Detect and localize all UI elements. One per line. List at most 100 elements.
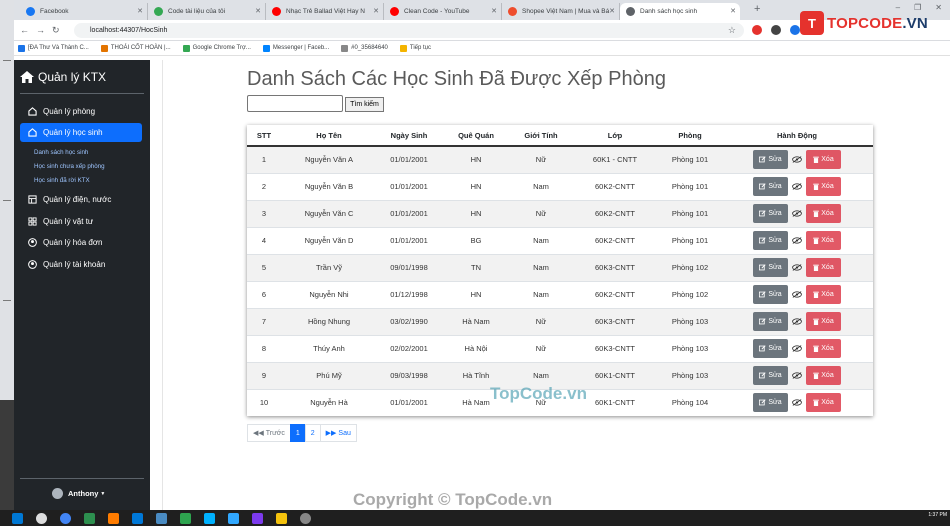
browser-tab-code[interactable]: Code tài liệu của tôi ✕ — [148, 3, 266, 20]
delete-button[interactable]: Xóa — [806, 366, 841, 385]
browser-tab-facebook[interactable]: Facebook ✕ — [20, 3, 148, 20]
sidebar-item-students[interactable]: Quản lý học sinh — [20, 123, 142, 142]
sidebar-item-invoices[interactable]: Quản lý hóa đơn — [20, 233, 142, 252]
sidebar-sub-student-list[interactable]: Danh sách học sinh — [34, 149, 88, 156]
students-table-card: STT Họ Tên Ngày Sinh Quê Quán Giới Tính … — [247, 125, 873, 416]
search-icon[interactable] — [36, 512, 47, 524]
eye-slash-icon[interactable] — [792, 264, 802, 271]
forward-icon[interactable]: → — [36, 25, 45, 35]
eye-slash-icon[interactable] — [792, 318, 802, 325]
bookmark-item[interactable]: Google Chrome Trợ... — [182, 44, 251, 52]
delete-button[interactable]: Xóa — [806, 177, 841, 196]
pagination-page-1[interactable]: 1 — [289, 424, 306, 442]
edit-button[interactable]: Sửa — [753, 393, 788, 413]
vscode-icon[interactable] — [132, 512, 143, 524]
bookmark-item[interactable]: Messenger | Faceb... — [262, 44, 329, 52]
extension-icon[interactable] — [752, 25, 762, 35]
edit-button[interactable]: Sửa — [753, 339, 788, 358]
search-button[interactable]: Tìm kiếm — [345, 97, 384, 112]
edit-button[interactable]: Sửa — [753, 312, 788, 331]
edit-button[interactable]: Sửa — [753, 258, 788, 277]
browser-tab-shopee[interactable]: Shopee Việt Nam | Mua và Bá ✕ — [502, 3, 620, 20]
sidebar-sub-left[interactable]: Học sinh đã rời KTX — [34, 177, 90, 184]
search-input[interactable] — [247, 95, 343, 112]
browser-tab-music[interactable]: Nhạc Trẻ Ballad Việt Hay N ✕ — [266, 3, 384, 20]
close-icon[interactable]: ✕ — [730, 7, 736, 15]
pagination-page-2[interactable]: 2 — [304, 424, 321, 442]
delete-button[interactable]: Xóa — [806, 231, 841, 250]
eye-slash-icon[interactable] — [792, 372, 802, 379]
delete-button[interactable]: Xóa — [806, 285, 841, 304]
close-icon[interactable]: ✕ — [373, 7, 379, 15]
sidebar-item-utilities[interactable]: Quản lý điện, nước — [20, 190, 142, 209]
app-icon[interactable] — [300, 512, 311, 524]
edit-button[interactable]: Sửa — [753, 231, 788, 250]
eye-slash-icon[interactable] — [792, 237, 802, 244]
sidebar-item-supplies[interactable]: Quản lý vật tư — [20, 212, 142, 231]
cell-dob: 01/01/2001 — [377, 388, 441, 416]
table-header-row: STT Họ Tên Ngày Sinh Quê Quán Giới Tính … — [247, 125, 873, 147]
delete-button[interactable]: Xóa — [806, 339, 841, 358]
trash-icon — [813, 372, 820, 379]
eye-slash-icon[interactable] — [792, 210, 802, 217]
url-input[interactable]: localhost:44307/HocSinh ☆ — [74, 23, 744, 38]
bookmark-item[interactable]: #0_35684640 — [341, 44, 388, 52]
cell-class: 60K3-CNTT — [571, 253, 659, 281]
eye-slash-icon[interactable] — [792, 183, 802, 190]
app-icon[interactable] — [276, 512, 287, 524]
cell-room: Phòng 103 — [659, 307, 721, 335]
edit-button[interactable]: Sửa — [753, 150, 788, 170]
bookmark-item[interactable]: [ĐA Thư Và Thành C... — [18, 44, 89, 52]
app-icon[interactable] — [180, 512, 191, 524]
sidebar-sub-unassigned[interactable]: Học sinh chưa xếp phòng — [34, 163, 105, 170]
edit-button[interactable]: Sửa — [753, 177, 788, 196]
extension-icon[interactable] — [771, 25, 781, 35]
photoshop-icon[interactable] — [228, 512, 239, 524]
bookmark-item[interactable]: Tiếp tục — [399, 44, 431, 52]
sidebar-item-rooms[interactable]: Quản lý phòng — [20, 102, 142, 121]
delete-button[interactable]: Xóa — [806, 393, 841, 413]
pagination-next[interactable]: ▶▶ Sau — [319, 424, 357, 442]
browser-tab-active[interactable]: Danh sách học sinh ✕ — [620, 3, 740, 20]
browser-tab-cleancode[interactable]: Clean Code - YouTube ✕ — [384, 3, 502, 20]
illustrator-icon[interactable] — [108, 512, 119, 524]
bookmark-item[interactable]: THOÁI CỐT HOÀN |... — [100, 44, 171, 52]
brand-link[interactable]: Quản lý KTX — [20, 70, 106, 84]
app-icon[interactable] — [204, 512, 215, 524]
visual-studio-icon[interactable] — [252, 512, 263, 524]
cell-hometown: HN — [441, 172, 511, 200]
delete-button[interactable]: Xóa — [806, 312, 841, 331]
edit-icon — [759, 237, 767, 244]
bookmark-star-icon[interactable]: ☆ — [728, 25, 736, 36]
pagination-prev[interactable]: ◀◀ Trước — [247, 424, 291, 442]
eye-slash-icon[interactable] — [792, 156, 802, 164]
user-menu-toggle[interactable]: Anthony ▼ — [52, 488, 105, 499]
app-icon[interactable] — [84, 512, 95, 524]
windows-start-icon[interactable] — [12, 512, 23, 524]
close-icon[interactable]: ✕ — [491, 7, 497, 15]
close-icon[interactable]: ✕ — [137, 7, 143, 15]
edit-button[interactable]: Sửa — [753, 366, 788, 385]
delete-button[interactable]: Xóa — [806, 204, 841, 223]
reload-icon[interactable]: ↻ — [52, 25, 60, 36]
close-icon[interactable]: ✕ — [255, 7, 261, 15]
cell-room: Phòng 101 — [659, 172, 721, 200]
eye-slash-icon[interactable] — [792, 291, 802, 298]
eye-slash-icon[interactable] — [792, 345, 802, 352]
cell-name: Nguyễn Nhi — [281, 280, 377, 308]
sidebar-item-accounts[interactable]: Quản lý tài khoản — [20, 255, 142, 274]
close-icon[interactable]: ✕ — [609, 7, 615, 15]
app-icon[interactable] — [156, 512, 167, 524]
delete-button[interactable]: Xóa — [806, 258, 841, 277]
eye-slash-icon[interactable] — [792, 399, 802, 407]
new-tab-button[interactable]: + — [754, 3, 760, 15]
cell-room: Phòng 101 — [659, 199, 721, 227]
back-icon[interactable]: ← — [20, 25, 29, 35]
extension-icon[interactable] — [790, 25, 800, 35]
edit-button[interactable]: Sửa — [753, 285, 788, 304]
close-window-icon[interactable]: ✕ — [935, 3, 942, 12]
delete-button[interactable]: Xóa — [806, 150, 841, 170]
chrome-icon[interactable] — [60, 512, 71, 524]
edit-button[interactable]: Sửa — [753, 204, 788, 223]
edit-icon — [759, 264, 767, 271]
